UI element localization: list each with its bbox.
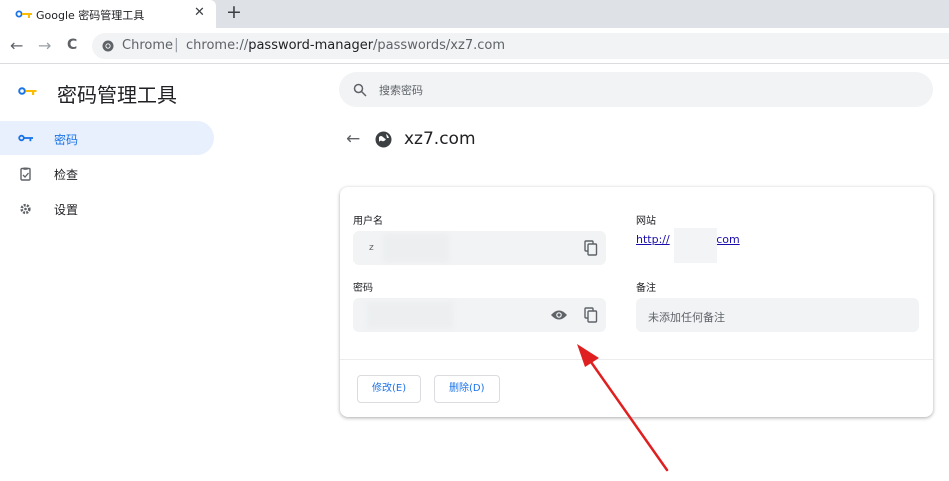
omnibox-separator: | (174, 37, 179, 53)
sidebar-item-label: 密码 (54, 133, 79, 147)
sidebar-item-label: 设置 (54, 203, 79, 217)
redacted-blur (383, 234, 449, 262)
password-field[interactable] (353, 298, 606, 332)
globe-icon (375, 131, 392, 148)
tab-strip: Google 密码管理工具 ✕ + (0, 0, 949, 28)
delete-button[interactable]: 删除(D) (434, 375, 500, 403)
password-detail-card: 用户名 z 网站 http://.com 密码 备注 未添加任何备注 修改(E)… (340, 187, 933, 417)
eye-icon[interactable] (550, 309, 568, 321)
address-bar[interactable]: Chrome | chrome://password-manager/passw… (92, 33, 949, 59)
sidebar-item-checkup[interactable]: 检查 (0, 156, 214, 190)
notes-label: 备注 (636, 283, 656, 294)
notes-field[interactable]: 未添加任何备注 (636, 298, 919, 332)
key-icon (18, 134, 33, 142)
username-field[interactable]: z (353, 231, 606, 265)
back-button[interactable]: ← (10, 36, 23, 55)
key-icon (18, 87, 37, 95)
new-tab-button[interactable]: + (226, 1, 242, 23)
copy-icon[interactable] (584, 240, 598, 256)
clipboard-check-icon (20, 167, 31, 181)
site-title: xz7.com (404, 129, 476, 149)
key-icon (15, 10, 32, 18)
search-input[interactable]: 搜索密码 (339, 72, 933, 107)
url-text: chrome://password-manager/passwords/xz7.… (186, 38, 505, 53)
omnibox-chrome-label: Chrome (122, 38, 173, 53)
gear-icon (20, 203, 31, 215)
username-label: 用户名 (353, 216, 383, 227)
tab-title: Google 密码管理工具 (36, 9, 145, 22)
close-tab-icon[interactable]: ✕ (194, 5, 205, 20)
sidebar-item-settings[interactable]: 设置 (0, 191, 214, 225)
chrome-icon (102, 40, 114, 52)
copy-icon[interactable] (584, 307, 598, 323)
forward-button[interactable]: → (38, 36, 51, 55)
browser-tab[interactable]: Google 密码管理工具 ✕ (0, 0, 216, 28)
search-icon (353, 83, 367, 97)
password-label: 密码 (353, 283, 373, 294)
sidebar-item-label: 检查 (54, 168, 79, 182)
card-divider (340, 359, 933, 360)
edit-button[interactable]: 修改(E) (357, 375, 422, 403)
notes-placeholder: 未添加任何备注 (648, 311, 725, 324)
search-placeholder: 搜索密码 (379, 84, 423, 97)
browser-toolbar: ← → C Chrome | chrome://password-manager… (0, 28, 949, 64)
website-label: 网站 (636, 216, 656, 227)
reload-button[interactable]: C (67, 37, 77, 53)
sidebar-item-passwords[interactable]: 密码 (0, 121, 214, 155)
username-value: z (369, 243, 374, 253)
back-arrow-button[interactable]: ← (346, 129, 360, 149)
app-title: 密码管理工具 (57, 83, 177, 107)
redacted-blur (674, 228, 717, 263)
redacted-blur (367, 302, 453, 328)
